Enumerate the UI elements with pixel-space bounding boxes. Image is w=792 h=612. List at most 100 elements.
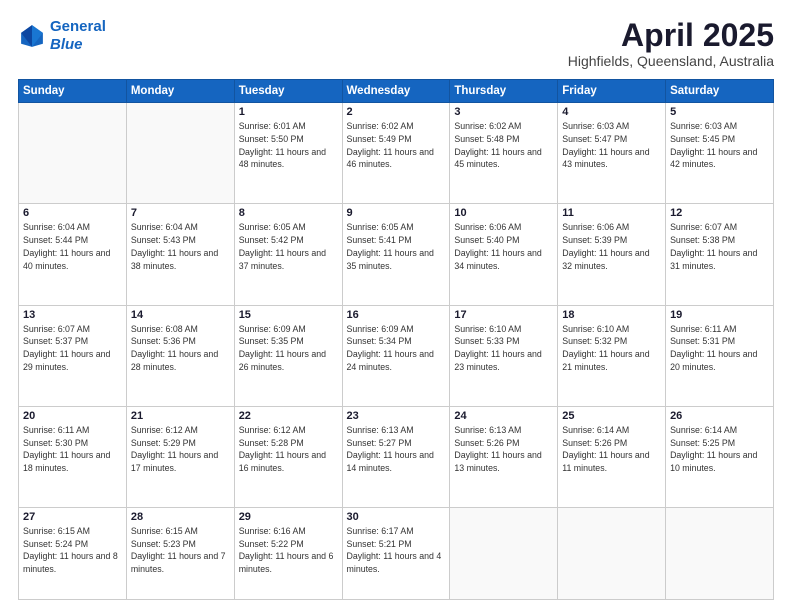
- day-info: Sunrise: 6:03 AM Sunset: 5:47 PM Dayligh…: [562, 120, 661, 171]
- calendar-cell: 9Sunrise: 6:05 AM Sunset: 5:41 PM Daylig…: [342, 204, 450, 305]
- logo-line2: Blue: [50, 36, 83, 53]
- day-number: 11: [562, 207, 661, 219]
- calendar-cell: 11 Sunrise: 6:06 AM Sunset: 5:39 PM Dayli…: [558, 204, 666, 305]
- calendar-cell: 26 Sunrise: 6:14 AM Sunset: 5:25 PM Dayli…: [666, 406, 774, 507]
- day-number: 27: [23, 511, 122, 523]
- day-number: 7: [131, 207, 230, 219]
- calendar-cell: 22 Sunrise: 6:12 AM Sunset: 5:28 PM Dayli…: [234, 406, 342, 507]
- day-info: Sunrise: 6:03 AM Sunset: 5:45 PM Dayligh…: [670, 120, 769, 171]
- day-info: Sunrise: 6:11 AM Sunset: 5:30 PM Dayligh…: [23, 424, 122, 475]
- logo-text: General Blue: [50, 18, 106, 54]
- header-wednesday: Wednesday: [342, 80, 450, 103]
- header: General Blue April 2025 Highfields, Quee…: [18, 18, 774, 69]
- day-info: Sunrise: 6:06 AM Sunset: 5:39 PM Dayligh…: [562, 221, 661, 272]
- calendar-cell: 25Sunrise: 6:14 AM Sunset: 5:26 PM Dayli…: [558, 406, 666, 507]
- calendar: Sunday Monday Tuesday Wednesday Thursday…: [18, 79, 774, 600]
- header-saturday: Saturday: [666, 80, 774, 103]
- day-info: Sunrise: 6:10 AM Sunset: 5:33 PM Dayligh…: [454, 323, 553, 374]
- header-friday: Friday: [558, 80, 666, 103]
- calendar-cell: [19, 103, 127, 204]
- calendar-cell: 19Sunrise: 6:11 AM Sunset: 5:31 PM Dayli…: [666, 305, 774, 406]
- day-number: 10: [454, 207, 553, 219]
- header-thursday: Thursday: [450, 80, 558, 103]
- calendar-cell: 1 Sunrise: 6:01 AM Sunset: 5:50 PM Daylig…: [234, 103, 342, 204]
- calendar-week-3: 13 Sunrise: 6:07 AM Sunset: 5:37 PM Dayli…: [19, 305, 774, 406]
- calendar-cell: 28Sunrise: 6:15 AM Sunset: 5:23 PM Dayli…: [126, 507, 234, 599]
- day-number: 4: [562, 106, 661, 118]
- day-info: Sunrise: 6:01 AM Sunset: 5:50 PM Dayligh…: [239, 120, 338, 171]
- calendar-cell: 12 Sunrise: 6:07 AM Sunset: 5:38 PM Dayli…: [666, 204, 774, 305]
- day-info: Sunrise: 6:16 AM Sunset: 5:22 PM Dayligh…: [239, 525, 338, 576]
- calendar-cell: 3 Sunrise: 6:02 AM Sunset: 5:48 PM Daylig…: [450, 103, 558, 204]
- calendar-cell: [666, 507, 774, 599]
- day-number: 8: [239, 207, 338, 219]
- calendar-cell: 16 Sunrise: 6:09 AM Sunset: 5:34 PM Dayli…: [342, 305, 450, 406]
- calendar-cell: 10 Sunrise: 6:06 AM Sunset: 5:40 PM Dayli…: [450, 204, 558, 305]
- logo-icon: [18, 22, 46, 50]
- day-number: 22: [239, 410, 338, 422]
- day-info: Sunrise: 6:13 AM Sunset: 5:27 PM Dayligh…: [347, 424, 446, 475]
- day-info: Sunrise: 6:07 AM Sunset: 5:37 PM Dayligh…: [23, 323, 122, 374]
- calendar-cell: 18 Sunrise: 6:10 AM Sunset: 5:32 PM Dayli…: [558, 305, 666, 406]
- calendar-cell: [450, 507, 558, 599]
- day-number: 18: [562, 309, 661, 321]
- calendar-cell: 6 Sunrise: 6:04 AM Sunset: 5:44 PM Daylig…: [19, 204, 127, 305]
- calendar-week-2: 6 Sunrise: 6:04 AM Sunset: 5:44 PM Daylig…: [19, 204, 774, 305]
- day-number: 30: [347, 511, 446, 523]
- calendar-cell: 24 Sunrise: 6:13 AM Sunset: 5:26 PM Dayli…: [450, 406, 558, 507]
- day-info: Sunrise: 6:04 AM Sunset: 5:43 PM Dayligh…: [131, 221, 230, 272]
- header-tuesday: Tuesday: [234, 80, 342, 103]
- calendar-week-5: 27 Sunrise: 6:15 AM Sunset: 5:24 PM Dayli…: [19, 507, 774, 599]
- month-title: April 2025: [568, 18, 774, 53]
- logo-line1: General: [50, 18, 106, 35]
- day-number: 26: [670, 410, 769, 422]
- day-number: 6: [23, 207, 122, 219]
- day-info: Sunrise: 6:10 AM Sunset: 5:32 PM Dayligh…: [562, 323, 661, 374]
- day-info: Sunrise: 6:12 AM Sunset: 5:28 PM Dayligh…: [239, 424, 338, 475]
- calendar-cell: 14Sunrise: 6:08 AM Sunset: 5:36 PM Dayli…: [126, 305, 234, 406]
- calendar-cell: 5 Sunrise: 6:03 AM Sunset: 5:45 PM Daylig…: [666, 103, 774, 204]
- day-info: Sunrise: 6:15 AM Sunset: 5:24 PM Dayligh…: [23, 525, 122, 576]
- day-number: 12: [670, 207, 769, 219]
- calendar-cell: 4 Sunrise: 6:03 AM Sunset: 5:47 PM Daylig…: [558, 103, 666, 204]
- calendar-week-4: 20 Sunrise: 6:11 AM Sunset: 5:30 PM Dayli…: [19, 406, 774, 507]
- day-number: 28: [131, 511, 230, 523]
- day-info: Sunrise: 6:12 AM Sunset: 5:29 PM Dayligh…: [131, 424, 230, 475]
- title-block: April 2025 Highfields, Queensland, Austr…: [568, 18, 774, 69]
- calendar-cell: 7 Sunrise: 6:04 AM Sunset: 5:43 PM Daylig…: [126, 204, 234, 305]
- day-number: 3: [454, 106, 553, 118]
- logo: General Blue: [18, 18, 106, 54]
- day-number: 13: [23, 309, 122, 321]
- day-number: 15: [239, 309, 338, 321]
- day-number: 20: [23, 410, 122, 422]
- calendar-cell: 13 Sunrise: 6:07 AM Sunset: 5:37 PM Dayli…: [19, 305, 127, 406]
- header-sunday: Sunday: [19, 80, 127, 103]
- calendar-cell: 15Sunrise: 6:09 AM Sunset: 5:35 PM Dayli…: [234, 305, 342, 406]
- calendar-cell: 27 Sunrise: 6:15 AM Sunset: 5:24 PM Dayli…: [19, 507, 127, 599]
- day-info: Sunrise: 6:08 AM Sunset: 5:36 PM Dayligh…: [131, 323, 230, 374]
- day-info: Sunrise: 6:07 AM Sunset: 5:38 PM Dayligh…: [670, 221, 769, 272]
- header-monday: Monday: [126, 80, 234, 103]
- day-info: Sunrise: 6:02 AM Sunset: 5:49 PM Dayligh…: [347, 120, 446, 171]
- day-info: Sunrise: 6:14 AM Sunset: 5:26 PM Dayligh…: [562, 424, 661, 475]
- day-number: 17: [454, 309, 553, 321]
- day-info: Sunrise: 6:06 AM Sunset: 5:40 PM Dayligh…: [454, 221, 553, 272]
- day-number: 24: [454, 410, 553, 422]
- day-number: 1: [239, 106, 338, 118]
- day-info: Sunrise: 6:13 AM Sunset: 5:26 PM Dayligh…: [454, 424, 553, 475]
- day-info: Sunrise: 6:02 AM Sunset: 5:48 PM Dayligh…: [454, 120, 553, 171]
- day-info: Sunrise: 6:14 AM Sunset: 5:25 PM Dayligh…: [670, 424, 769, 475]
- calendar-cell: 2Sunrise: 6:02 AM Sunset: 5:49 PM Daylig…: [342, 103, 450, 204]
- day-info: Sunrise: 6:04 AM Sunset: 5:44 PM Dayligh…: [23, 221, 122, 272]
- calendar-header-row: Sunday Monday Tuesday Wednesday Thursday…: [19, 80, 774, 103]
- calendar-cell: [558, 507, 666, 599]
- day-info: Sunrise: 6:05 AM Sunset: 5:41 PM Dayligh…: [347, 221, 446, 272]
- day-number: 16: [347, 309, 446, 321]
- page: General Blue April 2025 Highfields, Quee…: [0, 0, 792, 612]
- day-info: Sunrise: 6:09 AM Sunset: 5:34 PM Dayligh…: [347, 323, 446, 374]
- calendar-cell: 17 Sunrise: 6:10 AM Sunset: 5:33 PM Dayli…: [450, 305, 558, 406]
- day-info: Sunrise: 6:17 AM Sunset: 5:21 PM Dayligh…: [347, 525, 446, 576]
- calendar-cell: 30 Sunrise: 6:17 AM Sunset: 5:21 PM Dayli…: [342, 507, 450, 599]
- day-number: 5: [670, 106, 769, 118]
- location: Highfields, Queensland, Australia: [568, 53, 774, 69]
